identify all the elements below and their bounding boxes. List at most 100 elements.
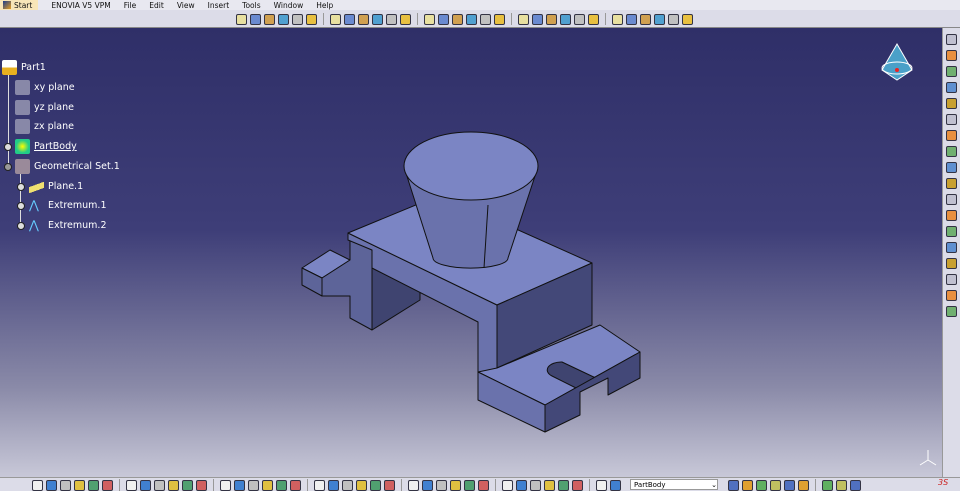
bottom-tool-31-icon[interactable] <box>502 479 513 491</box>
bottom-tool-32-icon[interactable] <box>516 479 527 491</box>
toolbar-tool-11-icon[interactable] <box>386 13 397 25</box>
toolbar-tool-25-icon[interactable] <box>612 13 623 25</box>
bottom-tool-right-4-icon[interactable] <box>770 479 781 491</box>
sidebar-tool-3-icon[interactable] <box>946 66 957 77</box>
toolbar-tool-13-icon[interactable] <box>424 13 435 25</box>
bottom-tool-35-icon[interactable] <box>558 479 569 491</box>
bottom-tool-20-icon[interactable] <box>328 479 339 491</box>
expand-plane1[interactable] <box>17 183 25 191</box>
expand-extremum1[interactable] <box>17 202 25 210</box>
sidebar-tool-16-icon[interactable] <box>946 274 957 285</box>
toolbar-tool-12-icon[interactable] <box>400 13 411 25</box>
tree-node-plane1[interactable]: Plane.1 <box>29 179 83 194</box>
bottom-tool-10-icon[interactable] <box>168 479 179 491</box>
bottom-tool-30-icon[interactable] <box>478 479 489 491</box>
bottom-tool-right-3-icon[interactable] <box>756 479 767 491</box>
bottom-tool-28-icon[interactable] <box>450 479 461 491</box>
current-body-select[interactable]: PartBody ⌄ <box>630 479 718 490</box>
sidebar-tool-17-icon[interactable] <box>946 290 957 301</box>
menu-help[interactable]: Help <box>316 1 333 10</box>
bottom-tool-17-icon[interactable] <box>276 479 287 491</box>
sidebar-tool-8-icon[interactable] <box>946 146 957 157</box>
expand-partbody[interactable] <box>4 143 12 151</box>
bottom-tool-18-icon[interactable] <box>290 479 301 491</box>
sidebar-tool-9-icon[interactable] <box>946 162 957 173</box>
tree-node-extremum2[interactable]: ⋀ Extremum.2 <box>29 218 106 233</box>
menu-tools[interactable]: Tools <box>242 1 260 10</box>
bottom-tool-right-2-icon[interactable] <box>742 479 753 491</box>
sidebar-tool-13-icon[interactable] <box>946 226 957 237</box>
bottom-tool-right-6-icon[interactable] <box>798 479 809 491</box>
collapse-geometrical-set[interactable] <box>4 163 12 171</box>
toolbar-tool-7-icon[interactable] <box>330 13 341 25</box>
bottom-tool-7-icon[interactable] <box>126 479 137 491</box>
bottom-tool-26-icon[interactable] <box>422 479 433 491</box>
toolbar-tool-23-icon[interactable] <box>574 13 585 25</box>
tree-node-zx-plane[interactable]: zx plane <box>15 119 74 134</box>
toolbar-tool-5-icon[interactable] <box>292 13 303 25</box>
toolbar-tool-30-icon[interactable] <box>682 13 693 25</box>
sidebar-tool-11-icon[interactable] <box>946 194 957 205</box>
toolbar-tool-24-icon[interactable] <box>588 13 599 25</box>
toolbar-tool-17-icon[interactable] <box>480 13 491 25</box>
tree-node-partbody[interactable]: PartBody <box>15 139 77 154</box>
toolbar-tool-19-icon[interactable] <box>518 13 529 25</box>
menu-enovia[interactable]: ENOVIA V5 VPM <box>51 1 110 10</box>
sidebar-tool-14-icon[interactable] <box>946 242 957 253</box>
bottom-tool-9-icon[interactable] <box>154 479 165 491</box>
sidebar-tool-2-icon[interactable] <box>946 50 957 61</box>
menu-window[interactable]: Window <box>274 1 304 10</box>
toolbar-tool-4-icon[interactable] <box>278 13 289 25</box>
toolbar-tool-2-icon[interactable] <box>250 13 261 25</box>
sidebar-tool-1-icon[interactable] <box>946 34 957 45</box>
bottom-tool-4-icon[interactable] <box>74 479 85 491</box>
toolbar-tool-8-icon[interactable] <box>344 13 355 25</box>
sidebar-tool-5-icon[interactable] <box>946 98 957 109</box>
toolbar-tool-14-icon[interactable] <box>438 13 449 25</box>
toolbar-tool-22-icon[interactable] <box>560 13 571 25</box>
bottom-tool-11-icon[interactable] <box>182 479 193 491</box>
bottom-tool-27-icon[interactable] <box>436 479 447 491</box>
bottom-tool-19-icon[interactable] <box>314 479 325 491</box>
bottom-tool-34-icon[interactable] <box>544 479 555 491</box>
menu-start[interactable]: Start <box>0 0 39 10</box>
bottom-tool-21-icon[interactable] <box>342 479 353 491</box>
bottom-tool-22-icon[interactable] <box>356 479 367 491</box>
bottom-tool-6-icon[interactable] <box>102 479 113 491</box>
compass-icon[interactable] <box>881 42 913 81</box>
bottom-tool-right-5-icon[interactable] <box>784 479 795 491</box>
bottom-tool-16-icon[interactable] <box>262 479 273 491</box>
tree-node-geometrical-set[interactable]: Geometrical Set.1 <box>15 159 120 174</box>
expand-extremum2[interactable] <box>17 222 25 230</box>
menu-file[interactable]: File <box>124 1 137 10</box>
bottom-tool-15-icon[interactable] <box>248 479 259 491</box>
bottom-tool-29-icon[interactable] <box>464 479 475 491</box>
bottom-tool-3-icon[interactable] <box>60 479 71 491</box>
toolbar-tool-18-icon[interactable] <box>494 13 505 25</box>
toolbar-tool-21-icon[interactable] <box>546 13 557 25</box>
bottom-tool-12-icon[interactable] <box>196 479 207 491</box>
sidebar-tool-6-icon[interactable] <box>946 114 957 125</box>
sidebar-tool-15-icon[interactable] <box>946 258 957 269</box>
sidebar-tool-10-icon[interactable] <box>946 178 957 189</box>
sidebar-tool-4-icon[interactable] <box>946 82 957 93</box>
toolbar-tool-16-icon[interactable] <box>466 13 477 25</box>
menu-edit[interactable]: Edit <box>149 1 164 10</box>
toolbar-tool-15-icon[interactable] <box>452 13 463 25</box>
toolbar-tool-9-icon[interactable] <box>358 13 369 25</box>
toolbar-tool-1-icon[interactable] <box>236 13 247 25</box>
toolbar-tool-26-icon[interactable] <box>626 13 637 25</box>
part-geometry[interactable] <box>0 28 942 477</box>
toolbar-tool-29-icon[interactable] <box>668 13 679 25</box>
toolbar-tool-28-icon[interactable] <box>654 13 665 25</box>
bottom-tool-37-icon[interactable] <box>596 479 607 491</box>
3d-viewport[interactable]: Part1 xy plane yz plane zx plane PartBod… <box>0 28 942 477</box>
toolbar-tool-10-icon[interactable] <box>372 13 383 25</box>
bottom-tool-23-icon[interactable] <box>370 479 381 491</box>
tree-node-yz-plane[interactable]: yz plane <box>15 100 74 115</box>
sidebar-tool-18-icon[interactable] <box>946 306 957 317</box>
bottom-tool-right-7-icon[interactable] <box>822 479 833 491</box>
bottom-tool-33-icon[interactable] <box>530 479 541 491</box>
bottom-tool-38-icon[interactable] <box>610 479 621 491</box>
bottom-tool-right-1-icon[interactable] <box>728 479 739 491</box>
